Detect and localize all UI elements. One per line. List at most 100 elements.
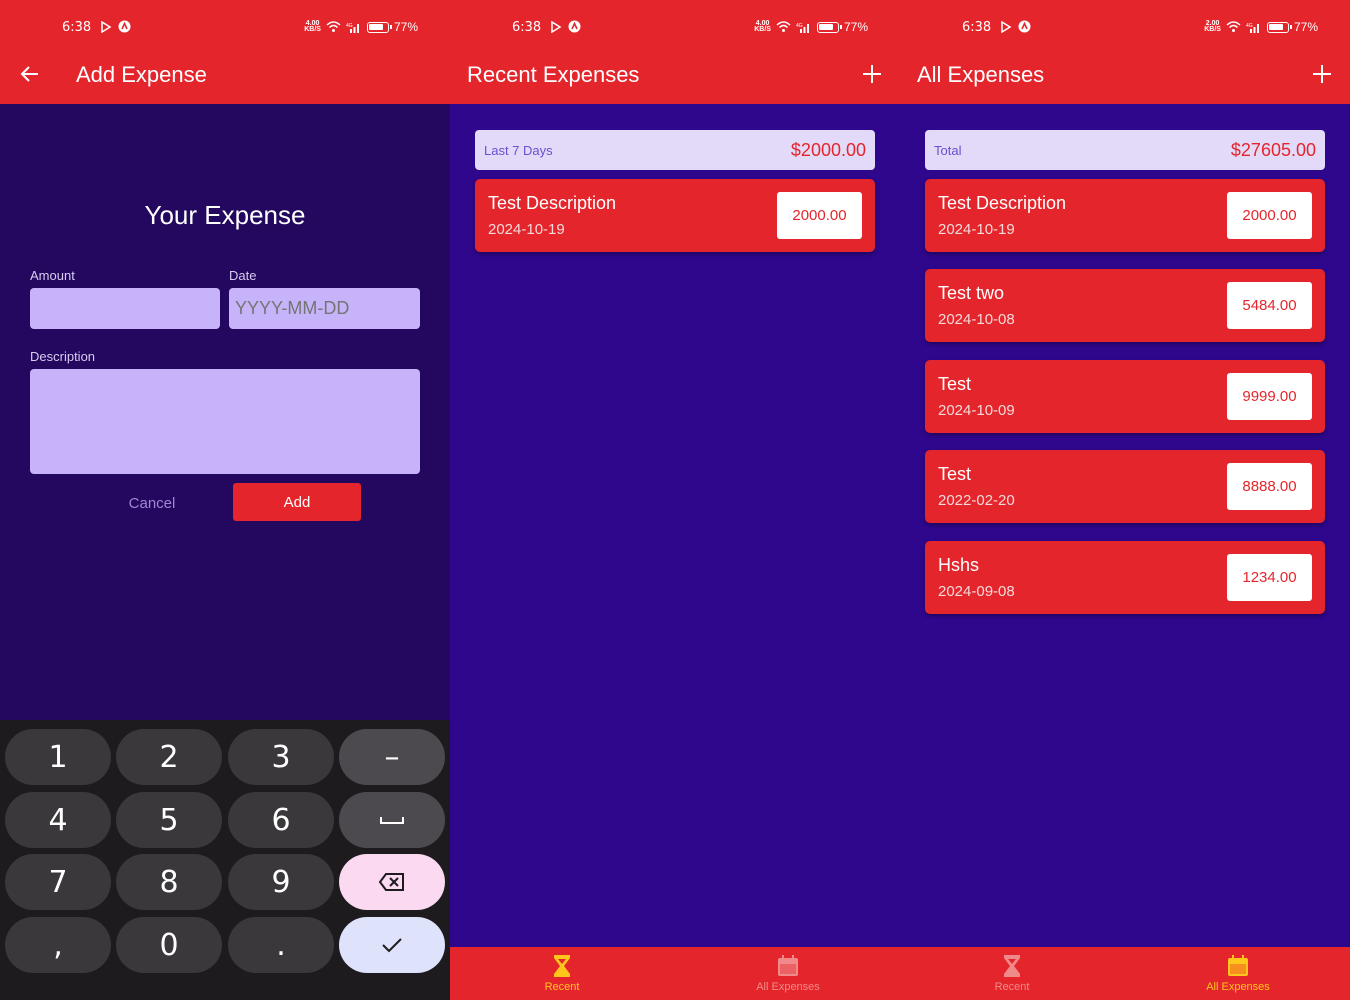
expense-card[interactable]: Test 2022-02-20 8888.00 <box>925 450 1325 523</box>
description-field[interactable] <box>30 369 420 474</box>
summary-total: $2000.00 <box>790 140 866 160</box>
date-field[interactable] <box>229 288 420 329</box>
network-speed: 2.00 KB/S <box>1204 20 1221 33</box>
plus-icon[interactable] <box>860 62 884 86</box>
expense-amount: 8888.00 <box>1227 463 1312 510</box>
key-comma[interactable]: , <box>5 917 111 973</box>
battery-percent: 77% <box>1293 20 1318 34</box>
app-badge-icon <box>118 20 131 33</box>
key-backspace[interactable] <box>339 854 445 910</box>
key-6[interactable]: 6 <box>228 792 334 848</box>
expense-description: Test two <box>938 283 1005 303</box>
all-expenses-screen: 6:38 2.00 KB/S 4G 77% All Expenses Total… <box>900 0 1350 1000</box>
nav-label: Recent <box>994 981 1030 993</box>
key-space[interactable] <box>339 792 445 848</box>
status-bar: 6:38 4.00 KB/S 4G 77% <box>450 0 900 56</box>
backspace-icon <box>378 873 404 891</box>
battery-icon <box>366 21 392 33</box>
status-bar: 6:38 2.00 KB/S 4G 77% <box>900 0 1350 56</box>
expense-card[interactable]: Test Description 2024-10-19 2000.00 <box>925 179 1325 252</box>
key-minus[interactable]: – <box>339 729 445 785</box>
expense-description: Test Description <box>938 193 1067 213</box>
page-title: Add Expense <box>76 62 207 87</box>
summary-period-label: Total <box>934 143 962 158</box>
nav-tab-all-expenses[interactable]: All Expenses <box>713 953 863 993</box>
app-bar: 6:38 4.00 KB/S 4G 77% Add Expense <box>0 0 450 104</box>
svg-text:4G: 4G <box>1246 23 1253 29</box>
expense-card[interactable]: Test Description 2024-10-19 2000.00 <box>475 179 875 252</box>
app-badge-icon <box>1018 20 1031 33</box>
status-system-icons: 4.00 KB/S 4G 77% <box>304 20 418 34</box>
wifi-icon <box>1226 21 1241 32</box>
expense-amount: 2000.00 <box>777 192 862 239</box>
nav-tab-all-expenses[interactable]: All Expenses <box>1163 953 1313 993</box>
expense-description: Test <box>938 374 972 394</box>
wifi-icon <box>326 21 341 32</box>
bottom-navigation: Recent All Expenses <box>450 947 900 1000</box>
plus-icon[interactable] <box>1310 62 1334 86</box>
status-time: 6:38 <box>512 20 542 35</box>
nav-tab-recent[interactable]: Recent <box>937 953 1087 993</box>
key-0[interactable]: 0 <box>116 917 222 973</box>
key-2[interactable]: 2 <box>116 729 222 785</box>
key-done[interactable] <box>339 917 445 973</box>
network-speed: 4.00 KB/S <box>754 20 771 33</box>
cancel-button[interactable]: Cancel <box>96 484 208 522</box>
nav-tab-recent[interactable]: Recent <box>487 953 637 993</box>
expense-date: 2024-10-19 <box>938 221 1015 238</box>
summary-card: Total $27605.00 <box>925 130 1325 170</box>
battery-percent: 77% <box>393 20 418 34</box>
page-title: All Expenses <box>917 62 1045 87</box>
status-system-icons: 4.00 KB/S 4G 77% <box>754 20 868 34</box>
space-icon <box>380 817 404 824</box>
summary-total: $27605.00 <box>1230 140 1316 160</box>
app-bar: 6:38 2.00 KB/S 4G 77% All Expenses <box>900 0 1350 104</box>
play-store-icon <box>1001 20 1012 33</box>
description-label: Description <box>30 349 96 364</box>
app-bar: 6:38 4.00 KB/S 4G 77% Recent Expenses <box>450 0 900 104</box>
svg-text:4G: 4G <box>346 23 353 29</box>
add-button[interactable]: Add <box>233 483 361 521</box>
page-title: Recent Expenses <box>467 62 640 87</box>
key-3[interactable]: 3 <box>228 729 334 785</box>
check-icon <box>382 938 402 953</box>
nav-label: All Expenses <box>756 981 820 993</box>
expense-amount: 9999.00 <box>1227 373 1312 420</box>
calendar-icon <box>1228 955 1248 976</box>
play-store-icon <box>551 20 562 33</box>
status-bar: 6:38 4.00 KB/S 4G 77% <box>0 0 450 56</box>
expense-amount: 2000.00 <box>1227 192 1312 239</box>
expense-description: Hshs <box>938 555 980 575</box>
key-4[interactable]: 4 <box>5 792 111 848</box>
key-1[interactable]: 1 <box>5 729 111 785</box>
svg-text:4G: 4G <box>796 23 803 29</box>
expense-card[interactable]: Test two 2024-10-08 5484.00 <box>925 269 1325 342</box>
battery-icon <box>816 21 842 33</box>
expense-card[interactable]: Hshs 2024-09-08 1234.00 <box>925 541 1325 614</box>
key-9[interactable]: 9 <box>228 854 334 910</box>
add-expense-screen: 6:38 4.00 KB/S 4G 77% Add Expense Your E… <box>0 0 450 1000</box>
status-notification-icons <box>1000 20 1031 33</box>
key-period[interactable]: . <box>228 917 334 973</box>
expense-date: 2022-02-20 <box>938 492 1015 509</box>
battery-percent: 77% <box>843 20 868 34</box>
play-store-icon <box>101 20 112 33</box>
expense-date: 2024-09-08 <box>938 583 1015 600</box>
numeric-keypad: 1 2 3 – 4 5 6 7 8 9 , 0 . <box>0 720 450 1000</box>
summary-period-label: Last 7 Days <box>484 143 553 158</box>
nav-label: Recent <box>544 981 580 993</box>
expense-amount: 5484.00 <box>1227 282 1312 329</box>
form-heading: Your Expense <box>144 200 306 230</box>
expense-date: 2024-10-08 <box>938 311 1015 328</box>
signal-icon: 4G <box>346 23 359 33</box>
nav-label: All Expenses <box>1206 981 1270 993</box>
status-time: 6:38 <box>62 20 92 35</box>
summary-card: Last 7 Days $2000.00 <box>475 130 875 170</box>
key-8[interactable]: 8 <box>116 854 222 910</box>
key-7[interactable]: 7 <box>5 854 111 910</box>
arrow-left-icon[interactable] <box>18 62 42 86</box>
expense-card[interactable]: Test 2024-10-09 9999.00 <box>925 360 1325 433</box>
amount-field[interactable] <box>30 288 220 329</box>
expense-description: Test Description <box>488 193 617 213</box>
key-5[interactable]: 5 <box>116 792 222 848</box>
